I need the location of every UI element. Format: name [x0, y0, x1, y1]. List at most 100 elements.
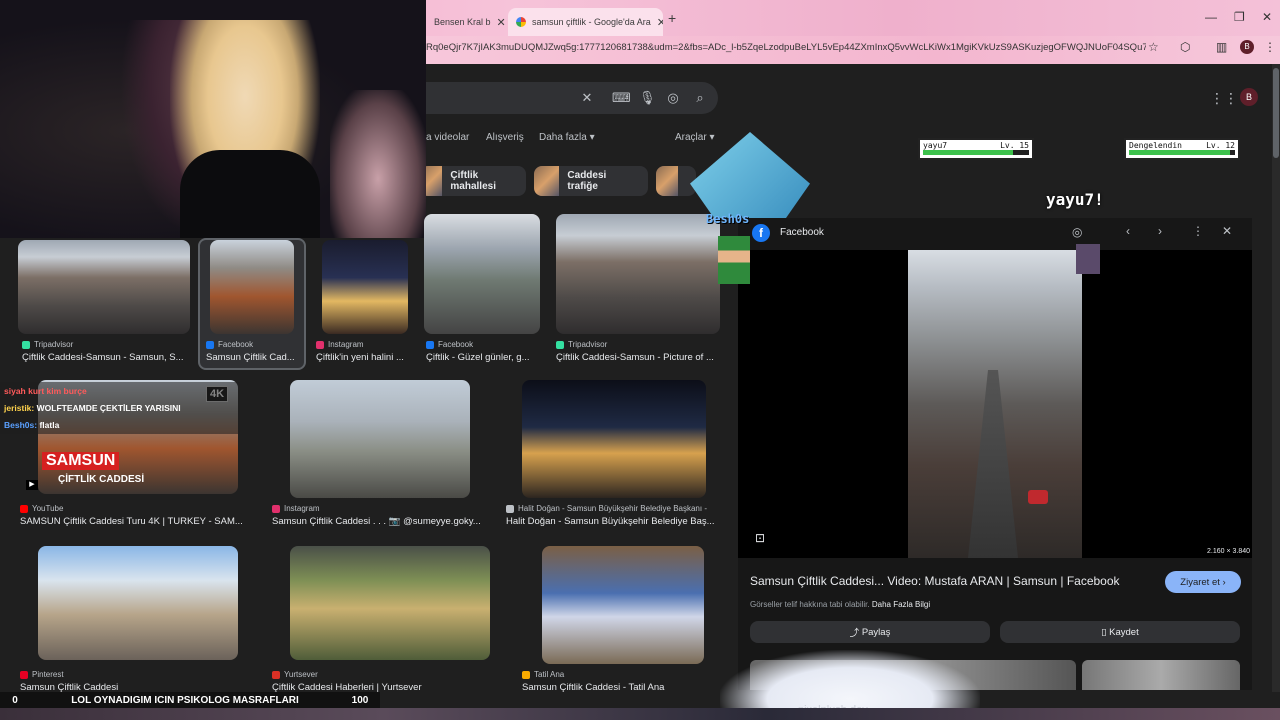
website-icon [506, 504, 514, 513]
nav-videos[interactable]: a videolar [426, 132, 469, 143]
result-source: Facebook [206, 340, 302, 349]
tab-bensen-kral[interactable]: Bensen Kral b ✕ [426, 8, 506, 36]
chip-ciftlik-mahallesi[interactable]: Çiftlik mahallesi [420, 166, 526, 196]
image-result[interactable]: Tatil Ana Samsun Çiftlik Caddesi - Tatil… [520, 546, 722, 692]
search-icon[interactable]: ⌕ [692, 90, 708, 106]
hud-name: Dengelendin [1129, 141, 1182, 150]
image-result[interactable]: Instagram Çiftlik'in yeni halini ... [316, 240, 412, 370]
player-hud-left: yayu7 Lv. 15 [918, 138, 1034, 160]
result-thumbnail [290, 546, 490, 660]
stream-bottom-strip [0, 708, 1280, 720]
share-button[interactable]: ⤴ Paylaş [750, 621, 990, 643]
lens-icon[interactable]: ◎ [1072, 225, 1082, 239]
red-car [1028, 490, 1048, 504]
play-icon: ▶ [26, 480, 38, 490]
nav-more[interactable]: Daha fazla ▾ [539, 132, 595, 143]
pinterest-icon [20, 670, 28, 679]
mic-icon[interactable]: 🎙 [639, 90, 656, 106]
result-caption: Çiftlik - Güzel günler, g... [426, 352, 530, 363]
panel-source[interactable]: Facebook [780, 227, 824, 238]
image-result[interactable]: Pinterest Samsun Çiftlik Caddesi [18, 546, 250, 692]
preview-image[interactable] [908, 250, 1082, 558]
result-source-label: YouTube [32, 504, 64, 513]
result-source-label: Halit Doğan - Samsun Büyükşehir Belediye… [518, 504, 707, 513]
result-thumbnail [542, 546, 704, 664]
account-avatar[interactable]: B [1240, 88, 1258, 106]
street-road [968, 370, 1018, 558]
save-button[interactable]: ▯ Kaydet [1000, 621, 1240, 643]
battle-shout: yayu7! [1046, 190, 1104, 209]
chat-line: siyah kurt kim burçe [4, 386, 87, 396]
close-icon[interactable]: ✕ [491, 16, 506, 29]
panel-title[interactable]: Samsun Çiftlik Caddesi... Video: Mustafa… [750, 574, 1150, 588]
nav-shopping[interactable]: Alışveriş [486, 132, 524, 143]
result-caption: Samsun Çiftlik Cad... [206, 352, 295, 363]
more-icon[interactable]: ⋮ [1192, 224, 1204, 238]
result-caption: Samsun Çiftlik Caddesi . . . 📷 @sumeyye.… [272, 516, 481, 527]
result-caption: Samsun Çiftlik Caddesi - Tatil Ana [522, 682, 665, 692]
visit-button[interactable]: Ziyaret et › [1165, 571, 1241, 593]
minimize-button[interactable]: — [1205, 10, 1217, 24]
close-window-button[interactable]: ✕ [1262, 10, 1272, 24]
image-result-selected[interactable]: Facebook Samsun Çiftlik Cad... [198, 238, 306, 370]
prev-icon[interactable]: ‹ [1126, 224, 1130, 238]
chip-label: Çiftlik mahallesi [450, 170, 496, 192]
nav-tools[interactable]: Araçlar ▾ [675, 132, 715, 143]
result-source: Facebook [426, 340, 540, 349]
apps-icon[interactable]: ⋮⋮ [1210, 90, 1238, 107]
chat-user: Besh0s: [4, 420, 38, 430]
scrollbar[interactable] [1272, 64, 1280, 692]
result-thumbnail [522, 380, 706, 498]
image-result[interactable]: Tripadvisor Çiftlik Caddesi-Samsun - Sam… [18, 240, 190, 370]
chip-partial[interactable] [656, 166, 696, 196]
image-result[interactable]: Instagram Samsun Çiftlik Caddesi . . . 📷… [270, 380, 492, 532]
result-caption: Çiftlik Caddesi-Samsun - Samsun, S... [22, 352, 184, 363]
image-result[interactable]: Halit Doğan - Samsun Büyükşehir Belediye… [506, 380, 722, 532]
maximize-button[interactable]: ❐ [1234, 10, 1245, 24]
tripadvisor-icon [556, 340, 564, 349]
profile-avatar[interactable]: B [1240, 40, 1254, 54]
hud-level: Lv. 12 [1206, 141, 1235, 150]
image-result[interactable]: Tripadvisor Çiftlik Caddesi-Samsun - Pic… [556, 214, 720, 370]
clear-icon[interactable]: ✕ [579, 90, 595, 106]
chip-caddesi-trafige[interactable]: Caddesi trafiğe [534, 166, 648, 196]
result-caption: Çiftlik'in yeni halini ... [316, 352, 404, 363]
menu-icon[interactable]: ⋮ [1264, 40, 1276, 54]
new-tab-button[interactable]: + [668, 10, 676, 26]
nav-tools-label: Araçlar [675, 132, 707, 143]
more-info-link[interactable]: Daha Fazla Bilgi [872, 600, 930, 609]
close-icon[interactable]: ✕ [651, 16, 663, 29]
facebook-icon: f [752, 224, 770, 242]
result-source-label: Tatil Ana [534, 670, 565, 679]
goal-target: 100 [351, 694, 369, 706]
result-thumbnail [38, 546, 238, 660]
star-icon[interactable]: ☆ [1148, 40, 1159, 54]
hud-level: Lv. 15 [1000, 141, 1029, 150]
lens-search-icon[interactable]: ⊡ [755, 531, 765, 545]
next-icon[interactable]: › [1158, 224, 1162, 238]
hud-name: yayu7 [923, 141, 948, 150]
yurtsever-icon [272, 670, 280, 679]
result-caption: Çiftlik Caddesi Haberleri | Yurtsever [272, 682, 422, 692]
result-source-label: Tripadvisor [34, 340, 74, 349]
url-field[interactable]: Rq0eQjr7K7jIAK3muDUQMJZwq5g:177712068173… [426, 38, 1146, 58]
keyboard-icon[interactable]: ⌨ [612, 90, 631, 106]
donation-goal-banner: 0 LOL OYNADIGIM ICIN PSIKOLOG MASRAFLARI… [0, 692, 380, 708]
sidebar-icon[interactable]: ▥ [1216, 40, 1227, 54]
chat-text: WOLFTEAMDE ÇEKTİLER YARISINI [36, 403, 181, 413]
close-icon[interactable]: ✕ [1222, 224, 1232, 238]
chat-line: Besh0s: flatla [4, 420, 59, 430]
instagram-icon [316, 340, 324, 349]
image-result[interactable]: Yurtsever Çiftlik Caddesi Haberleri | Yu… [270, 546, 492, 692]
extensions-icon[interactable]: ⬡ [1180, 40, 1190, 54]
tab-label: Bensen Kral b [434, 17, 491, 27]
chat-user: jeristik: [4, 403, 35, 413]
copyright-text: Görseller telif hakkına tabi olabilir. [750, 600, 870, 609]
webcam-overlay [0, 0, 426, 238]
chat-line: jeristik: WOLFTEAMDE ÇEKTİLER YARISINI [4, 403, 181, 413]
tab-google-search[interactable]: samsun çiftlik - Google'da Ara ✕ [508, 8, 663, 36]
pixel-character [1076, 244, 1100, 274]
lens-icon[interactable]: ◎ [665, 90, 681, 106]
image-result[interactable]: Facebook Çiftlik - Güzel günler, g... [424, 214, 540, 370]
related-thumbnail[interactable] [1082, 660, 1240, 690]
